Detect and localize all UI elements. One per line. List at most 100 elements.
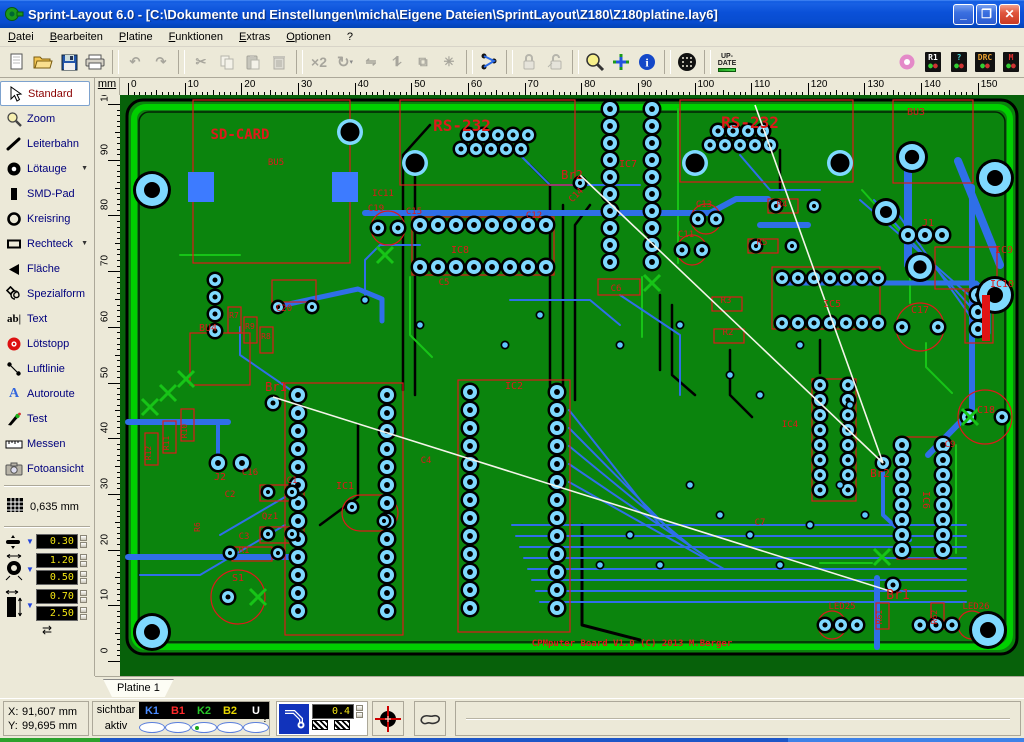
pcb-label[interactable]: J2: [214, 472, 226, 483]
zoom-all-icon[interactable]: [582, 49, 608, 75]
tool-kreisring[interactable]: Kreisring: [0, 206, 94, 231]
pcb-label[interactable]: R11: [162, 436, 171, 451]
pcb-label[interactable]: C4: [421, 456, 432, 466]
tab-platine-1[interactable]: Platine 1: [103, 679, 174, 697]
pcb-label[interactable]: R12: [144, 446, 153, 461]
tool-text[interactable]: ab|Text: [0, 306, 94, 331]
connections-icon[interactable]: [476, 49, 502, 75]
pcb-label[interactable]: C7: [755, 518, 766, 528]
crosshair-mode-button[interactable]: [372, 701, 404, 736]
r1-icon[interactable]: R1●●: [920, 49, 946, 75]
tool-smdpad[interactable]: SMD-Pad: [0, 181, 94, 206]
tool-ltauge[interactable]: Lötauge▼: [0, 156, 94, 181]
tool-standard[interactable]: Standard: [0, 81, 90, 106]
tool-test[interactable]: Test: [0, 406, 94, 431]
layer-visible-b1[interactable]: B1: [165, 705, 191, 717]
pcb-label[interactable]: IC11: [372, 189, 394, 199]
pcb-label[interactable]: RS-232: [721, 113, 779, 132]
pad-outer-spinner[interactable]: [80, 553, 87, 568]
track-width-spinner-status[interactable]: [356, 704, 363, 719]
m-chip-icon[interactable]: M●●: [998, 49, 1024, 75]
pcb-label[interactable]: Br2: [870, 467, 890, 480]
pcb-label[interactable]: C2: [225, 490, 236, 500]
pcb-label[interactable]: C15: [406, 207, 422, 217]
drc-icon[interactable]: DRC●●: [972, 49, 998, 75]
pcb-board[interactable]: [127, 100, 1017, 654]
layer-visible-k2[interactable]: K2: [191, 705, 217, 717]
current-track-width[interactable]: 0.4: [312, 704, 354, 719]
smd-width-spinner[interactable]: [80, 589, 87, 604]
pcb-label[interactable]: C1: [287, 476, 298, 486]
pcb-label[interactable]: C11: [678, 230, 694, 240]
tool-ltstopp[interactable]: Lötstopp: [0, 331, 94, 356]
pcb-label[interactable]: IC8: [451, 245, 469, 256]
swap-values-button[interactable]: ⇄: [0, 623, 94, 637]
restore-button[interactable]: ❐: [976, 4, 997, 25]
info-icon[interactable]: i: [634, 49, 660, 75]
raster-ball-icon[interactable]: [674, 49, 700, 75]
pad-drill-value[interactable]: 0.50: [36, 570, 78, 585]
tool-messen[interactable]: Messen: [0, 431, 94, 456]
tool-spezialform[interactable]: Spezialform: [0, 281, 94, 306]
close-button[interactable]: ✕: [999, 4, 1020, 25]
pcb-label[interactable]: CPMputer Board V1.0 (C) 2013 M.Berger: [532, 639, 733, 649]
pcb-label[interactable]: LED26: [962, 602, 989, 612]
pcb-label[interactable]: J1: [922, 218, 934, 229]
pcb-label[interactable]: R10: [180, 424, 189, 439]
pcb-label[interactable]: SD-CARD: [210, 127, 269, 143]
menu-funktionen[interactable]: Funktionen: [161, 29, 231, 45]
tool-autoroute[interactable]: AAutoroute: [0, 381, 94, 406]
new-icon[interactable]: [4, 49, 30, 75]
menu-optionen[interactable]: Optionen: [278, 29, 339, 45]
menu-extras[interactable]: Extras: [231, 29, 278, 45]
chevron-down-icon[interactable]: ▼: [81, 240, 88, 247]
layer-active-k2[interactable]: [191, 722, 217, 733]
layer-visible-k1[interactable]: K1: [139, 705, 165, 717]
pcb-label[interactable]: LED25: [828, 602, 855, 612]
smd-size-dropdown[interactable]: ▼: [26, 601, 34, 610]
pcb-label[interactable]: C12: [526, 211, 542, 221]
tool-leiterbahn[interactable]: Leiterbahn: [0, 131, 94, 156]
hatch-pattern-1[interactable]: [312, 720, 328, 730]
layer-active-b2[interactable]: [217, 722, 243, 733]
menu-bearbeiten[interactable]: Bearbeiten: [42, 29, 111, 45]
pcb-label[interactable]: IC10: [990, 279, 1014, 290]
pcb-label[interactable]: BU5: [268, 158, 284, 168]
crosshair-icon[interactable]: [608, 49, 634, 75]
pcb-label[interactable]: IC7: [619, 159, 637, 170]
pcb-label[interactable]: C20: [276, 304, 292, 314]
pcb-label[interactable]: C17: [911, 305, 929, 316]
menu-platine[interactable]: Platine: [111, 29, 161, 45]
pcb-label[interactable]: C19: [368, 204, 384, 214]
pad-size-dropdown[interactable]: ▼: [26, 565, 34, 574]
pcb-smd-pad[interactable]: [332, 172, 358, 202]
pcb-label[interactable]: C13: [696, 200, 712, 210]
pcb-label[interactable]: IC9: [995, 245, 1013, 256]
chevron-down-icon[interactable]: ▼: [81, 165, 88, 172]
freeform-select-button[interactable]: [414, 701, 446, 736]
pcb-label[interactable]: C3: [239, 532, 250, 542]
pcb-label[interactable]: BU3: [907, 107, 925, 118]
pcb-label[interactable]: IC5: [823, 299, 841, 310]
layer-visible-b2[interactable]: B2: [217, 705, 243, 717]
pcb-label[interactable]: Br2: [561, 168, 583, 182]
tool-fotoansicht[interactable]: Fotoansicht: [0, 456, 94, 481]
pcb-label[interactable]: IC2: [505, 381, 523, 392]
smd-width-value[interactable]: 0.70: [36, 589, 78, 604]
pcb-label[interactable]: C16: [242, 468, 258, 478]
pcb-label[interactable]: R7: [229, 311, 239, 320]
pcb-label[interactable]: Qz1: [262, 512, 278, 522]
pcb-label[interactable]: RS-232: [433, 116, 491, 135]
pad-outer-value[interactable]: 1.20: [36, 553, 78, 568]
grid-button[interactable]: 0,635 mm: [0, 491, 94, 522]
pcb-label[interactable]: R4: [777, 200, 788, 210]
track-width-dropdown[interactable]: ▼: [26, 537, 34, 546]
pcb-label[interactable]: IC6: [920, 491, 931, 509]
pcb-label[interactable]: Br1: [265, 380, 287, 394]
pcb-label[interactable]: R1: [239, 546, 250, 556]
pcb-label[interactable]: C9: [945, 440, 956, 450]
pcb-label[interactable]: IC1: [336, 481, 354, 492]
update-icon[interactable]: UP-DATE: [714, 49, 740, 75]
pcb-label[interactable]: C5: [439, 278, 450, 288]
pcb-label[interactable]: R61: [875, 610, 884, 625]
